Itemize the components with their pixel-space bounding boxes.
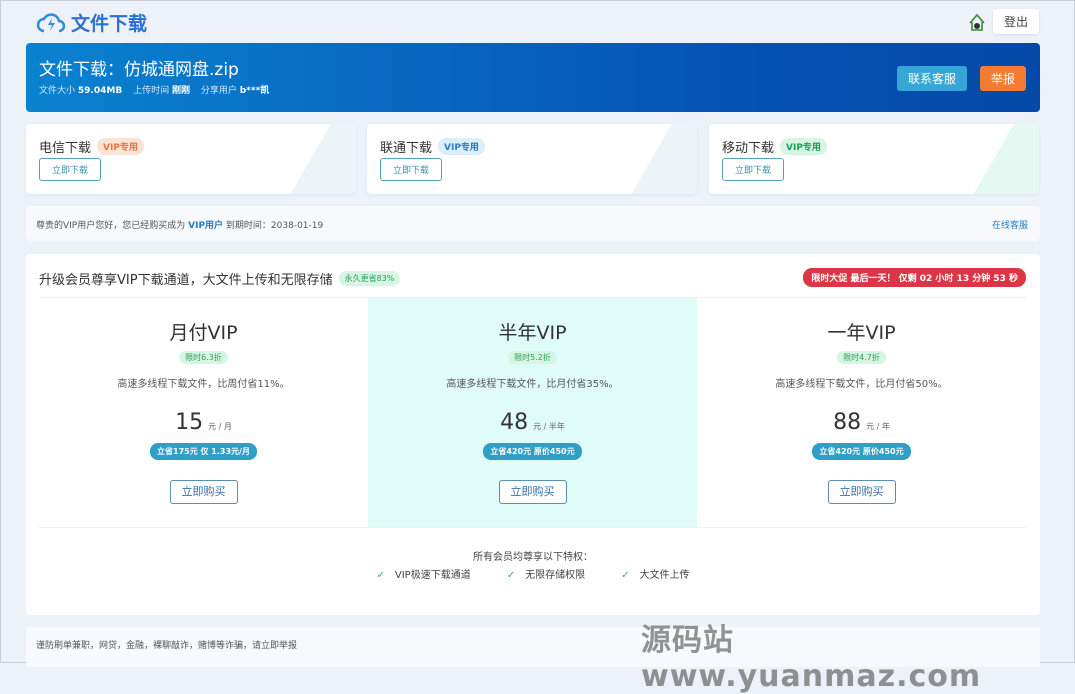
countdown-badge: 限时大促 最后一天！ 仅剩 02 小时 13 分钟 53 秒 [803, 268, 1026, 287]
vip-notice: 尊贵的VIP用户您好，您已经购买成为 VIP用户 到期时间：2038-01-19… [26, 206, 1040, 241]
contact-service-button[interactable]: 联系客服 [897, 66, 967, 91]
privilege-item: ✓ 大文件上传 [621, 570, 690, 581]
download-card-telecom: 电信下载 VIP专用 立即下载 [26, 124, 356, 194]
pricing-title: 升级会员尊享VIP下载通道，大文件上传和无限存储 [39, 273, 333, 288]
sharer: b***凯 [239, 86, 270, 96]
report-button[interactable]: 举报 [980, 66, 1026, 91]
privileges-list: ✓ VIP极速下载通道 ✓ 无限存储权限 ✓ 大文件上传 [26, 566, 1040, 581]
privilege-item: ✓ VIP极速下载通道 [376, 570, 471, 581]
pricing-panel: 升级会员尊享VIP下载通道，大文件上传和无限存储 永久更省83% 限时大促 最后一… [26, 254, 1040, 615]
cloud-lightning-icon [37, 12, 65, 32]
vip-tag: VIP专用 [438, 138, 485, 155]
file-banner: 文件下载：仿城通网盘.zip 文件大小 59.04MB 上传时间 刚刚 分享用户… [26, 43, 1040, 112]
vip-tag: VIP专用 [97, 138, 144, 155]
file-title: 文件下载：仿城通网盘.zip [39, 60, 239, 80]
check-icon: ✓ [621, 570, 630, 581]
logout-button[interactable]: 登出 [993, 9, 1039, 34]
savings-badge: 永久更省83% [338, 271, 401, 286]
logo[interactable]: 文件下载 [37, 9, 147, 36]
download-card-unicom: 联通下载 VIP专用 立即下载 [367, 124, 697, 194]
download-button[interactable]: 立即下载 [39, 158, 101, 181]
download-button[interactable]: 立即下载 [380, 158, 442, 181]
file-size: 59.04MB [77, 86, 123, 96]
check-icon: ✓ [506, 570, 516, 581]
check-icon: ✓ [376, 570, 385, 581]
privilege-item: ✓ 无限存储权限 [506, 570, 586, 581]
privileges-title: 所有会员均尊享以下特权： [473, 552, 593, 563]
plan-half-year: 半年VIP 限时5.2折 高速多线程下载文件，比月付省35%。 48 元 / 半年… [368, 298, 697, 527]
user-avatar-icon[interactable] [966, 11, 988, 33]
logo-text: 文件下载 [71, 13, 148, 35]
buy-button[interactable]: 立即购买 [169, 480, 238, 504]
plan-yearly: 一年VIP 限时4.7折 高速多线程下载文件，比月付省50%。 88 元 / 年 … [697, 298, 1026, 527]
download-card-mobile: 移动下载 VIP专用 立即下载 [709, 124, 1039, 194]
buy-button[interactable]: 立即购买 [827, 480, 896, 504]
online-service-link[interactable]: 在线客服 [992, 218, 1028, 231]
file-meta: 文件大小 59.04MB 上传时间 刚刚 分享用户 b***凯 [39, 86, 270, 96]
plan-monthly: 月付VIP 限时6.3折 高速多线程下载文件，比周付省11%。 15 元 / 月 … [39, 298, 368, 527]
watermark: 源码站www.yuanmaz.com [641, 623, 982, 694]
download-button[interactable]: 立即下载 [722, 158, 784, 181]
buy-button[interactable]: 立即购买 [498, 480, 567, 504]
upload-time: 刚刚 [171, 86, 190, 96]
vip-tag: VIP专用 [780, 138, 827, 155]
